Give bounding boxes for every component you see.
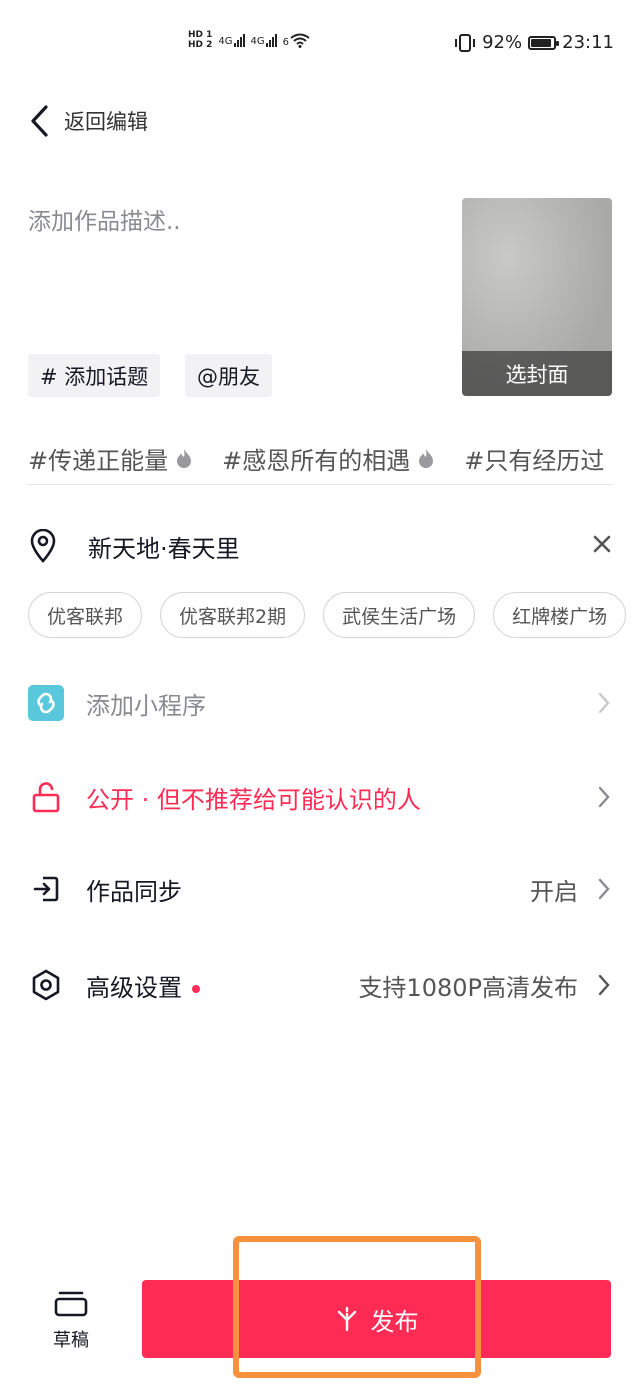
battery-percent: 92% — [482, 32, 523, 53]
chevron-right-icon — [598, 786, 610, 808]
settings-hexagon-icon — [28, 967, 64, 1003]
status-left: HD 1 HD 2 4G 4G 6 — [188, 30, 310, 50]
battery-fill — [531, 38, 552, 47]
hot-topic-label: #感恩所有的相遇 — [222, 446, 411, 475]
cover-thumbnail[interactable]: 选封面 — [462, 198, 612, 396]
sparkle-icon — [337, 1306, 356, 1332]
select-cover-button[interactable]: 选封面 — [462, 351, 612, 396]
sync-label: 作品同步 — [86, 877, 182, 906]
signal-bars-icon — [233, 33, 245, 47]
clock: 23:11 — [562, 32, 614, 53]
publish-page: HD 1 HD 2 4G 4G 6 92% 23:11 返回编辑 添加作品描述.… — [0, 0, 640, 1387]
advanced-label: 高级设置 — [86, 968, 200, 1003]
advanced-value: 支持1080P高清发布 — [358, 973, 578, 1002]
privacy-label: 公开 · 但不推荐给可能认识的人 — [86, 785, 421, 814]
chevron-right-icon — [598, 878, 610, 900]
add-hashtag-button[interactable]: # 添加话题 — [28, 354, 161, 397]
sync-icon — [28, 871, 64, 907]
hot-topic-label: #只有经历过 — [464, 446, 605, 475]
mini-program-icon — [28, 685, 64, 721]
wifi-icon — [290, 33, 310, 48]
location-pin-icon — [30, 529, 56, 563]
wifi: 6 — [283, 33, 310, 48]
location-chip[interactable]: 优客联邦 — [28, 592, 143, 638]
advanced-label-text: 高级设置 — [86, 973, 182, 1002]
publish-label: 发布 — [370, 1307, 419, 1336]
location-chip[interactable]: 武侯生活广场 — [323, 592, 476, 638]
add-mini-program-row[interactable]: 添加小程序 — [28, 678, 612, 728]
vibrate-icon — [455, 33, 476, 52]
publish-button[interactable]: 发布 — [142, 1280, 611, 1358]
hd1-badge: HD 1 — [188, 30, 213, 40]
hot-topic-label: #传递正能量 — [28, 446, 169, 475]
description-input[interactable]: 添加作品描述.. — [28, 202, 181, 236]
hd2-badge: HD 2 — [188, 40, 213, 50]
location-chip[interactable]: 红牌楼广场 — [493, 592, 627, 638]
location-suggestions: 优客联邦 优客联邦2期 武侯生活广场 红牌楼广场 — [28, 592, 640, 640]
signal-bars-icon — [265, 33, 277, 47]
hot-topic-item[interactable]: #传递正能量 — [28, 438, 192, 478]
privacy-row[interactable]: 公开 · 但不推荐给可能认识的人 — [28, 772, 612, 822]
signal-1: 4G — [218, 33, 245, 47]
fire-icon — [177, 449, 192, 468]
wifi-tag: 6 — [282, 36, 290, 48]
location-name: 新天地·春天里 — [88, 534, 240, 563]
hot-topic-item[interactable]: #感恩所有的相遇 — [222, 438, 434, 478]
sync-value: 开启 — [530, 877, 578, 906]
chevron-right-icon — [598, 974, 610, 996]
hd-badges: HD 1 HD 2 — [188, 30, 212, 50]
status-bar: HD 1 HD 2 4G 4G 6 92% 23:11 — [0, 26, 640, 68]
mention-friend-button[interactable]: @朋友 — [185, 354, 272, 397]
fire-icon — [419, 449, 434, 468]
net1-label: 4G — [218, 36, 233, 47]
status-right: 92% 23:11 — [454, 32, 614, 53]
back-button[interactable]: 返回编辑 — [28, 104, 148, 138]
new-badge-dot — [192, 984, 200, 993]
location-row[interactable]: 新天地·春天里 — [28, 524, 612, 568]
signal-2: 4G — [251, 33, 277, 47]
back-chevron-icon — [31, 105, 48, 137]
hot-topics: #传递正能量 #感恩所有的相遇 #只有经历过 — [28, 438, 640, 478]
draft-button[interactable]: 草稿 — [40, 1290, 102, 1352]
back-label: 返回编辑 — [64, 110, 148, 134]
unlock-icon — [28, 779, 64, 815]
draft-label: 草稿 — [53, 1330, 89, 1351]
advanced-settings-row[interactable]: 高级设置 支持1080P高清发布 — [28, 960, 612, 1010]
divider — [28, 484, 612, 485]
battery-icon — [528, 35, 560, 50]
net2-label: 4G — [250, 36, 265, 47]
location-chip[interactable]: 优客联邦2期 — [160, 592, 306, 638]
draft-box-icon — [54, 1291, 88, 1317]
chevron-right-icon — [598, 692, 610, 714]
close-icon[interactable] — [592, 534, 612, 554]
hot-topic-item[interactable]: #只有经历过 — [464, 438, 604, 478]
mini-program-label: 添加小程序 — [86, 691, 206, 720]
sync-row[interactable]: 作品同步 开启 — [28, 864, 612, 914]
